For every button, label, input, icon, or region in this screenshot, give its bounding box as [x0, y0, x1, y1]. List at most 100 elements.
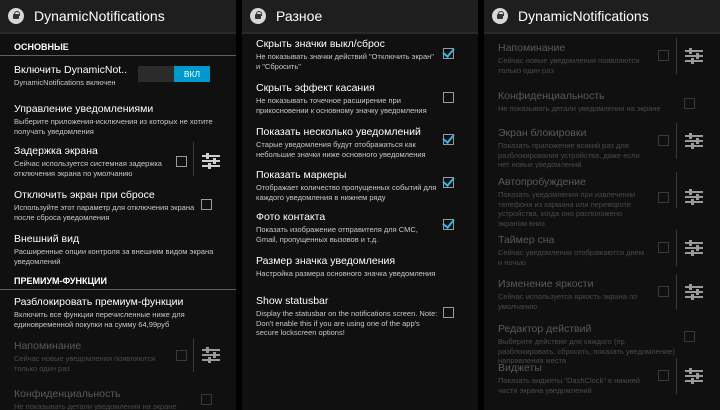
pref-title: Отключить экран при сбросе: [14, 189, 155, 201]
checkbox[interactable]: [443, 307, 454, 318]
screen-off-checkbox[interactable]: [201, 199, 212, 210]
checkbox[interactable]: [443, 134, 454, 145]
pref-title: Показать маркеры: [256, 169, 347, 181]
pref-summary: Сейчас новые уведомления появляются толь…: [498, 56, 640, 75]
pref-summary: Не показывать детали уведомления на экра…: [498, 104, 661, 113]
sliders-icon: [202, 346, 220, 364]
pref-appearance[interactable]: Внешний вид Расширенные опции контроля з…: [0, 233, 236, 266]
privacy-checkbox: [201, 394, 212, 405]
checkbox: [658, 50, 669, 61]
section-header-premium: ПРЕМИУМ-ФУНКЦИИ: [0, 270, 236, 290]
pref-summary: Не показывать значки действий "Отключить…: [256, 52, 434, 71]
checkbox[interactable]: [443, 177, 454, 188]
pref-title: Напоминание: [498, 42, 566, 54]
pref-misc-2[interactable]: Показать несколько уведомлений Старые уве…: [242, 126, 478, 159]
pref-misc-1[interactable]: Скрыть эффект касания Не показывать точеч…: [242, 82, 478, 115]
page-title: Разное: [276, 8, 323, 24]
pref-misc-5[interactable]: Размер значка уведомления Настройка разме…: [242, 255, 478, 279]
pref-title: Напоминание: [14, 340, 82, 352]
checkbox[interactable]: [443, 219, 454, 230]
sliders-icon: [685, 283, 703, 301]
pref-title: Редактор действий: [498, 323, 592, 335]
pref-unlock-premium[interactable]: Разблокировать премиум-функции Включить …: [0, 296, 236, 329]
pref-misc-6[interactable]: Show statusbar Display the statusbar on t…: [242, 295, 478, 338]
pref-summary: Не показывать детали уведомления на экра…: [14, 402, 177, 410]
divider: [193, 142, 194, 176]
pref-title: Конфиденциальность: [14, 388, 121, 400]
toggle-label: ВКЛ: [174, 66, 210, 82]
page-title: DynamicNotifications: [34, 8, 165, 24]
action-bar: Разное: [242, 0, 478, 34]
pref-title: Show statusbar: [256, 295, 329, 307]
app-lock-icon[interactable]: [250, 8, 266, 24]
screen-delay-checkbox[interactable]: [176, 156, 187, 167]
app-lock-icon[interactable]: [492, 8, 508, 24]
pref-title: Экран блокировки: [498, 127, 587, 139]
pref-summary: Показать приложение всякий раз для разбл…: [498, 141, 640, 169]
pref-privacy: Конфиденциальность Не показывать детали …: [0, 388, 236, 410]
pref-premium-5: Изменение яркости Сейчас используется ярк…: [484, 274, 720, 311]
pref-title: Таймер сна: [498, 234, 555, 246]
pref-title: Конфиденциальность: [498, 90, 605, 102]
pref-premium-2: Экран блокировки Показать приложение всяк…: [484, 123, 720, 170]
divider: [676, 274, 677, 310]
pref-premium-3: Автопробуждение Показать уведомления при …: [484, 172, 720, 228]
pref-summary: Отображает количество пропущенных событи…: [256, 183, 437, 202]
sliders-icon[interactable]: [202, 152, 220, 170]
pref-title: Задержка экрана: [14, 145, 98, 157]
misc-settings-panel: Разное Скрыть значки выкл/сброс Не показы…: [242, 0, 478, 410]
pref-title: Размер значка уведомления: [256, 255, 396, 267]
sliders-icon: [685, 47, 703, 65]
divider: [676, 172, 677, 208]
sliders-icon: [685, 239, 703, 257]
pref-premium-7: Виджеты Показать виджеты "DashClock" в ни…: [484, 358, 720, 395]
pref-summary: Старые уведомления будут отображаться ка…: [256, 140, 426, 159]
checkbox[interactable]: [443, 92, 454, 103]
divider: [676, 230, 677, 266]
pref-misc-0[interactable]: Скрыть значки выкл/сброс Не показывать зн…: [242, 38, 478, 71]
pref-summary: Показать изображение отправителя для СМС…: [256, 225, 418, 244]
pref-manage-notifications[interactable]: Управление уведомлениями Выберите прилож…: [0, 103, 236, 136]
sliders-icon: [685, 367, 703, 385]
pref-summary: Сейчас новые уведомления появляются толь…: [14, 354, 156, 373]
pref-summary: Display the statusbar on the notificatio…: [256, 309, 438, 337]
enable-toggle[interactable]: ВКЛ: [138, 66, 210, 82]
sliders-icon: [685, 188, 703, 206]
app-lock-icon[interactable]: [8, 8, 24, 24]
pref-title: Управление уведомлениями: [14, 103, 154, 115]
pref-summary: Сейчас используется системная задержка о…: [14, 159, 162, 178]
pref-misc-4[interactable]: Фото контакта Показать изображение отправ…: [242, 211, 478, 244]
pref-screen-delay[interactable]: Задержка экрана Сейчас используется сист…: [0, 145, 236, 178]
pref-title: Скрыть значки выкл/сброс: [256, 38, 385, 50]
main-settings-panel: DynamicNotifications ОСНОВНЫЕ Включить D…: [0, 0, 236, 410]
page-title: DynamicNotifications: [518, 8, 649, 24]
pref-summary: Сейчас используется яркость экрана по ум…: [498, 292, 638, 311]
sliders-icon: [685, 132, 703, 150]
section-header-basic: ОСНОВНЫЕ: [0, 36, 236, 56]
reminder-checkbox: [176, 350, 187, 361]
checkbox: [684, 98, 695, 109]
divider: [676, 358, 677, 394]
divider: [676, 123, 677, 159]
checkbox: [684, 331, 695, 342]
pref-title: Показать несколько уведомлений: [256, 126, 421, 138]
checkbox: [658, 370, 669, 381]
checkbox: [658, 242, 669, 253]
pref-summary: Включить все функции перечисленные ниже …: [14, 310, 185, 329]
pref-premium-4: Таймер сна Сейчас уведомления отображаютс…: [484, 230, 720, 267]
pref-reminder: Напоминание Сейчас новые уведомления поя…: [0, 338, 236, 373]
action-bar: DynamicNotifications: [0, 0, 236, 34]
pref-summary: Показать виджеты "DashClock" в нижней ча…: [498, 376, 640, 395]
pref-title: Автопробуждение: [498, 176, 586, 188]
checkbox[interactable]: [443, 48, 454, 59]
pref-title: Разблокировать премиум-функции: [14, 296, 184, 308]
pref-misc-3[interactable]: Показать маркеры Отображает количество пр…: [242, 169, 478, 202]
pref-summary: Настройка размера основного значка уведо…: [256, 269, 436, 278]
pref-title: Внешний вид: [14, 233, 80, 245]
pref-summary: Используйте этот параметр для отключения…: [14, 203, 195, 222]
checkbox: [658, 192, 669, 203]
pref-title: Изменение яркости: [498, 278, 594, 290]
pref-summary: Показать уведомления при извлечении теле…: [498, 190, 636, 228]
pref-premium-6: Редактор действий Выберите действие для к…: [484, 323, 720, 366]
pref-summary: Выберите приложения-исключения из которы…: [14, 117, 213, 136]
